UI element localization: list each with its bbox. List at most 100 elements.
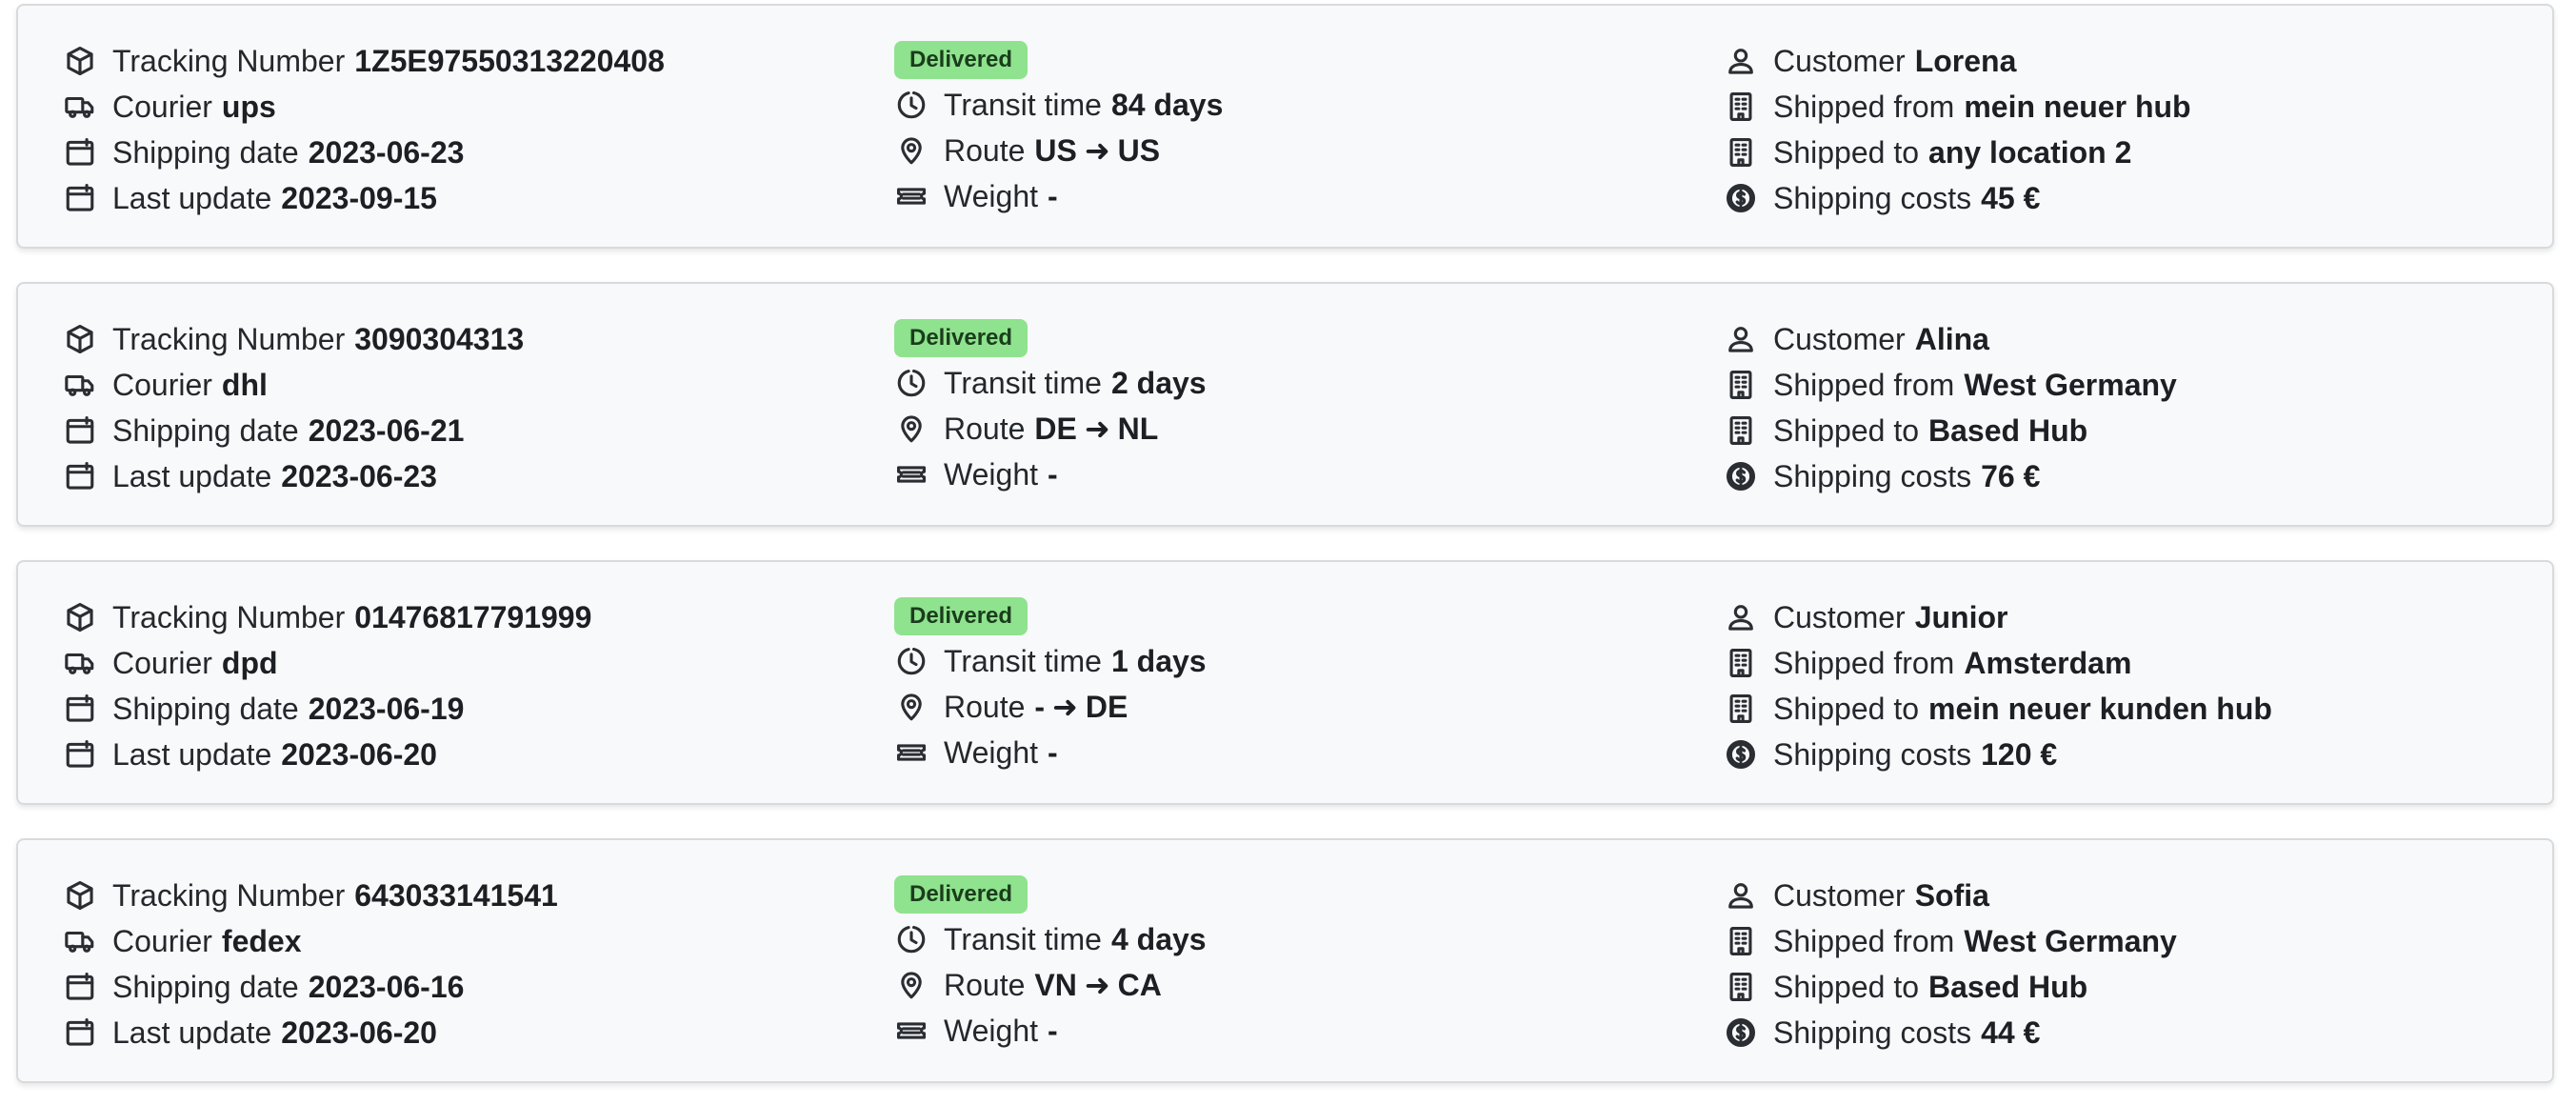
shipping-date-value: 2023-06-23 xyxy=(308,134,465,170)
shipment-party-info: Customer Junior Shipped from Amsterdam S… xyxy=(1724,594,2272,777)
tracking-number-value[interactable]: 3090304313 xyxy=(354,322,524,357)
customer-value: Junior xyxy=(1914,599,2008,634)
package-icon xyxy=(63,600,97,634)
shipped-from-row: Shipped from Amsterdam xyxy=(1724,640,2272,686)
last-update-row: Last update 2023-09-15 xyxy=(63,175,665,221)
shipment-card[interactable]: Tracking Number 01476817791999 Courier d… xyxy=(16,560,2554,805)
building-icon xyxy=(1724,368,1758,402)
shipment-card[interactable]: Tracking Number 643033141541 Courier fed… xyxy=(16,838,2554,1083)
arrow-right-icon: ➜ xyxy=(1084,412,1110,446)
package-icon xyxy=(63,44,97,78)
weight-value: - xyxy=(1048,734,1058,770)
courier-value: dhl xyxy=(221,367,268,402)
shipment-party-info: Customer Lorena Shipped from mein neuer … xyxy=(1724,38,2191,221)
arrow-right-icon: ➜ xyxy=(1084,968,1110,1002)
shipped-to-row: Shipped to mein neuer kunden hub xyxy=(1724,686,2272,732)
status-badge: Delivered xyxy=(894,319,1028,357)
shipped-to-row: Shipped to Based Hub xyxy=(1724,408,2177,453)
user-icon xyxy=(1724,44,1758,78)
status-row: Delivered xyxy=(894,873,1207,916)
shipment-card[interactable]: Tracking Number 1Z5E97550313220408 Couri… xyxy=(16,4,2554,249)
tracking-number-value[interactable]: 01476817791999 xyxy=(354,600,591,635)
building-icon xyxy=(1724,90,1758,124)
weight-row: Weight - xyxy=(894,173,1223,219)
building-icon xyxy=(1724,970,1758,1004)
building-icon xyxy=(1724,924,1758,958)
calendar-icon xyxy=(63,459,97,493)
last-update-value: 2023-06-23 xyxy=(281,458,437,493)
shipped-from-row: Shipped from mein neuer hub xyxy=(1724,84,2191,130)
transit-time-value: 84 days xyxy=(1110,87,1224,122)
truck-icon xyxy=(63,924,97,958)
customer-value: Sofia xyxy=(1914,877,1989,913)
tracking-number-row: Tracking Number 1Z5E97550313220408 xyxy=(63,38,665,84)
calendar-icon xyxy=(63,413,97,448)
calendar-icon xyxy=(63,135,97,170)
transit-time-row: Transit time 4 days xyxy=(894,916,1207,962)
shipping-date-value: 2023-06-19 xyxy=(308,691,465,726)
package-icon xyxy=(63,878,97,913)
transit-time-value: 1 days xyxy=(1110,643,1207,678)
courier-row: Courier dpd xyxy=(63,640,591,686)
shipment-card[interactable]: Tracking Number 3090304313 Courier dhl S… xyxy=(16,282,2554,527)
shipped-from-row: Shipped from West Germany xyxy=(1724,918,2177,964)
tracking-number-row: Tracking Number 643033141541 xyxy=(63,873,558,918)
dollar-coin-icon xyxy=(1724,459,1758,493)
shipment-transit-info: Delivered Transit time 84 days Route US ➜… xyxy=(894,38,1223,219)
ticket-icon xyxy=(894,457,929,492)
user-icon xyxy=(1724,878,1758,913)
building-icon xyxy=(1724,413,1758,448)
shipped-from-row: Shipped from West Germany xyxy=(1724,362,2177,408)
customer-row: Customer Lorena xyxy=(1724,38,2191,84)
route-row: Route US ➜ US xyxy=(894,128,1223,173)
customer-row: Customer Alina xyxy=(1724,316,2177,362)
last-update-value: 2023-06-20 xyxy=(281,1015,437,1050)
shipped-to-value: mein neuer kunden hub xyxy=(1928,691,2272,726)
last-update-value: 2023-06-20 xyxy=(281,736,437,772)
shipping-costs-row: Shipping costs 44 € xyxy=(1724,1010,2177,1055)
courier-value: ups xyxy=(221,89,276,124)
shipment-list: Tracking Number 1Z5E97550313220408 Couri… xyxy=(0,0,2576,1105)
shipped-from-value: West Germany xyxy=(1964,923,2177,958)
tracking-number-value[interactable]: 1Z5E97550313220408 xyxy=(354,44,665,79)
status-row: Delivered xyxy=(894,38,1223,82)
route-value: - ➜ DE xyxy=(1034,690,1128,724)
shipment-primary-info: Tracking Number 1Z5E97550313220408 Couri… xyxy=(63,38,665,221)
shipping-date-value: 2023-06-16 xyxy=(308,969,465,1004)
weight-row: Weight - xyxy=(894,452,1207,497)
calendar-icon xyxy=(63,970,97,1004)
weight-row: Weight - xyxy=(894,1008,1207,1054)
truck-icon xyxy=(63,646,97,680)
truck-icon xyxy=(63,90,97,124)
shipping-costs-row: Shipping costs 76 € xyxy=(1724,453,2177,499)
last-update-row: Last update 2023-06-20 xyxy=(63,1010,558,1055)
shipment-primary-info: Tracking Number 01476817791999 Courier d… xyxy=(63,594,591,777)
customer-row: Customer Junior xyxy=(1724,594,2272,640)
shipment-party-info: Customer Sofia Shipped from West Germany… xyxy=(1724,873,2177,1055)
shipped-to-value: Based Hub xyxy=(1928,412,2088,448)
customer-row: Customer Sofia xyxy=(1724,873,2177,918)
map-pin-icon xyxy=(894,690,929,724)
arrow-right-icon: ➜ xyxy=(1084,133,1110,168)
building-icon xyxy=(1724,135,1758,170)
ticket-icon xyxy=(894,1014,929,1048)
route-row: Route - ➜ DE xyxy=(894,684,1207,730)
dollar-coin-icon xyxy=(1724,1015,1758,1050)
weight-value: - xyxy=(1048,1013,1058,1048)
weight-value: - xyxy=(1048,178,1058,213)
clock-icon xyxy=(894,88,929,122)
shipping-date-row: Shipping date 2023-06-21 xyxy=(63,408,524,453)
weight-row: Weight - xyxy=(894,730,1207,775)
calendar-icon xyxy=(63,692,97,726)
user-icon xyxy=(1724,322,1758,356)
courier-value: dpd xyxy=(221,645,278,680)
shipping-date-row: Shipping date 2023-06-23 xyxy=(63,130,665,175)
shipping-costs-value: 44 € xyxy=(1981,1015,2041,1050)
tracking-number-value[interactable]: 643033141541 xyxy=(354,878,558,914)
route-value: DE ➜ NL xyxy=(1034,412,1159,446)
shipment-primary-info: Tracking Number 3090304313 Courier dhl S… xyxy=(63,316,524,499)
arrow-right-icon: ➜ xyxy=(1052,690,1078,724)
shipment-transit-info: Delivered Transit time 2 days Route DE ➜ N… xyxy=(894,316,1207,497)
user-icon xyxy=(1724,600,1758,634)
clock-icon xyxy=(894,922,929,956)
